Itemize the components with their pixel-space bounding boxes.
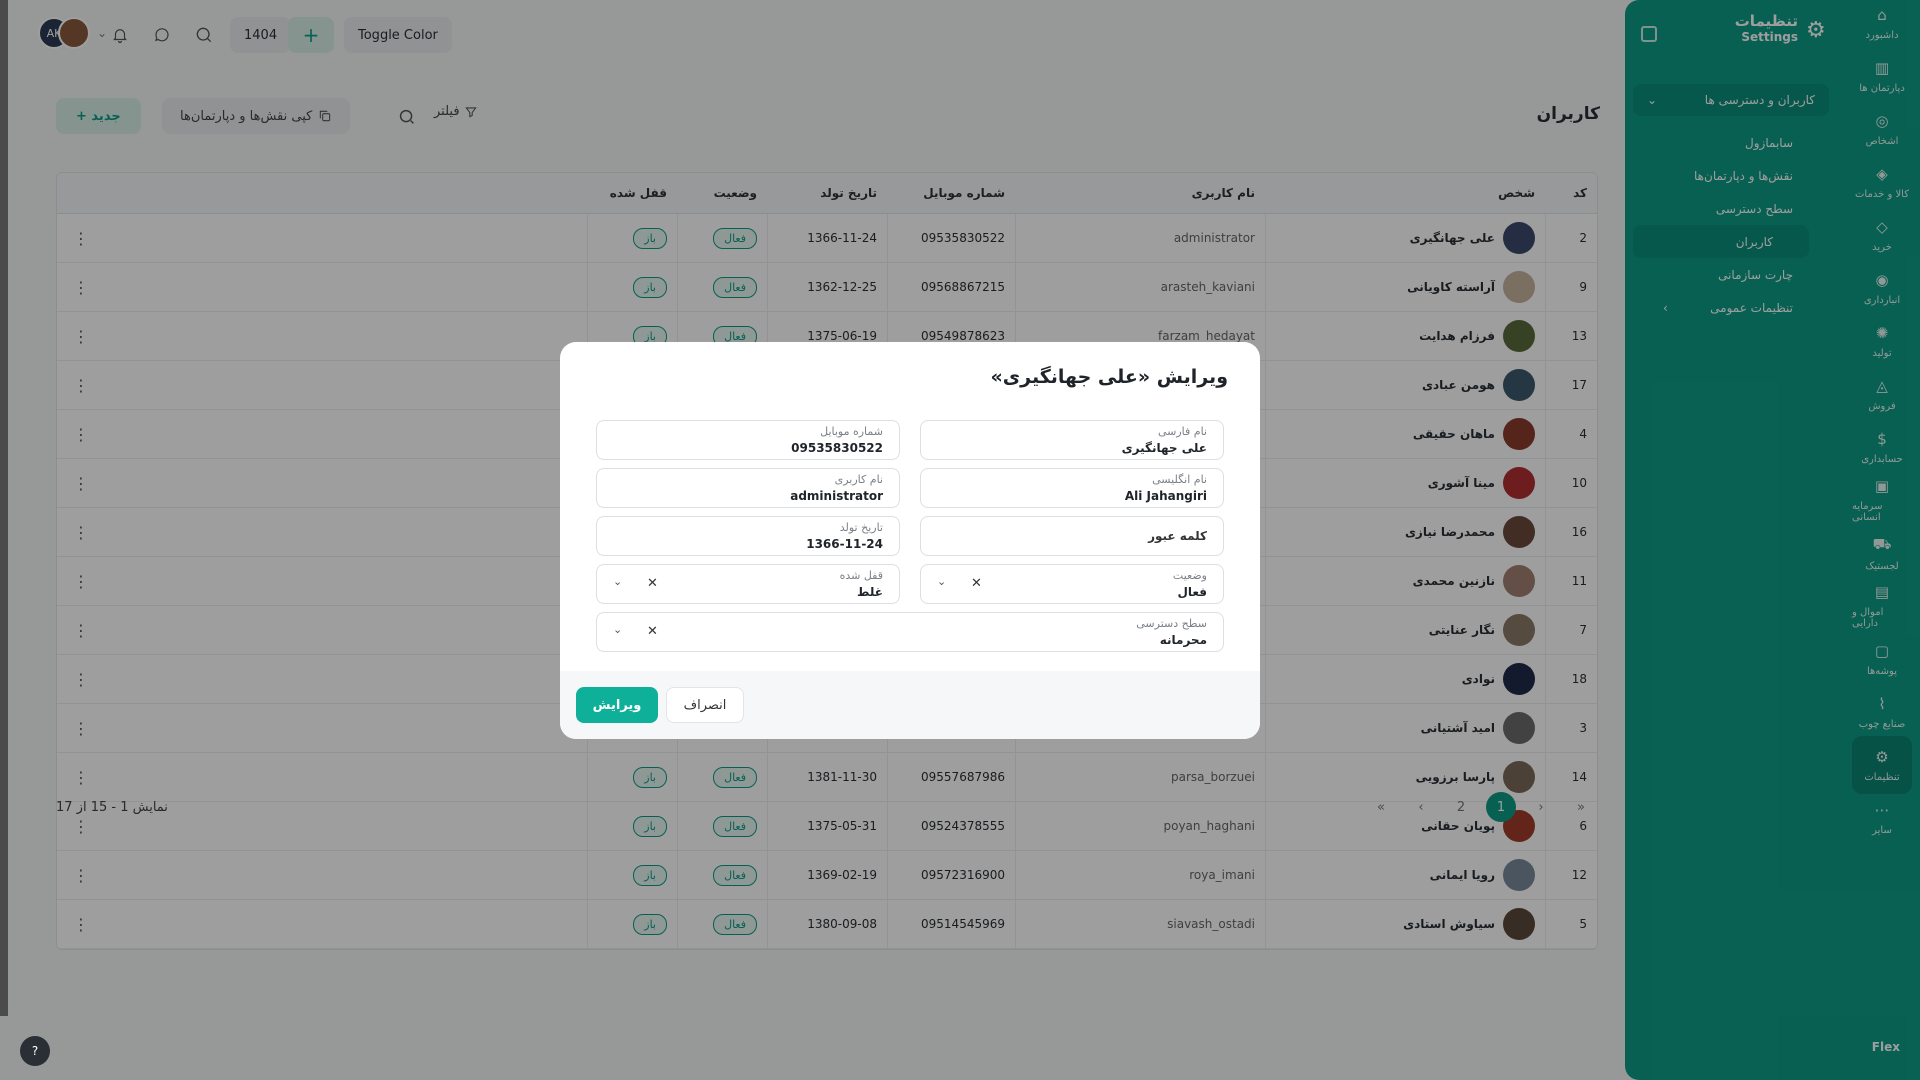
locked-label: قفل شده: [839, 569, 883, 582]
english-name-label: نام انگلیسی: [1152, 473, 1207, 486]
modal-footer: ویرایش انصراف: [560, 671, 1260, 739]
clear-icon[interactable]: ✕: [647, 624, 658, 639]
status-value: فعال: [1177, 585, 1207, 599]
chevron-down-icon[interactable]: ⌄: [937, 575, 946, 588]
clear-icon[interactable]: ✕: [647, 576, 658, 591]
birth-date-field[interactable]: تاریخ تولد 1366-11-24: [596, 516, 900, 556]
birth-date-value: 1366-11-24: [806, 537, 883, 551]
mobile-value: 09535830522: [791, 441, 883, 455]
modal-title: ویرایش «علی جهانگیری»: [990, 366, 1228, 388]
help-button[interactable]: ?: [20, 1036, 50, 1066]
access-level-value: محرمانه: [1159, 633, 1207, 647]
password-field[interactable]: کلمه عبور: [920, 516, 1224, 556]
password-placeholder: کلمه عبور: [1148, 529, 1207, 543]
locked-select[interactable]: قفل شده غلط ✕ ⌄: [596, 564, 900, 604]
access-level-label: سطح دسترسی: [1136, 617, 1207, 630]
username-label: نام کاربری: [834, 473, 883, 486]
mobile-label: شماره موبایل: [820, 425, 883, 438]
english-name-value: Ali Jahangiri: [1124, 489, 1207, 503]
persian-name-field[interactable]: نام فارسی علی جهانگیری: [920, 420, 1224, 460]
persian-name-label: نام فارسی: [1157, 425, 1207, 438]
clear-icon[interactable]: ✕: [971, 576, 982, 591]
chevron-down-icon[interactable]: ⌄: [613, 575, 622, 588]
username-value: administrator: [790, 489, 883, 503]
persian-name-value: علی جهانگیری: [1121, 441, 1207, 455]
edit-submit-button[interactable]: ویرایش: [576, 687, 658, 723]
status-select[interactable]: وضعیت فعال ✕ ⌄: [920, 564, 1224, 604]
status-label: وضعیت: [1172, 569, 1207, 582]
username-field[interactable]: نام کاربری administrator: [596, 468, 900, 508]
edit-user-modal: ویرایش «علی جهانگیری» نام فارسی علی جهان…: [560, 342, 1260, 739]
mobile-field[interactable]: شماره موبایل 09535830522: [596, 420, 900, 460]
birth-date-label: تاریخ تولد: [839, 521, 883, 534]
english-name-field[interactable]: نام انگلیسی Ali Jahangiri: [920, 468, 1224, 508]
access-level-select[interactable]: سطح دسترسی محرمانه ✕ ⌄: [596, 612, 1224, 652]
cancel-button[interactable]: انصراف: [666, 687, 744, 723]
chevron-down-icon[interactable]: ⌄: [613, 623, 622, 636]
locked-value: غلط: [857, 585, 883, 599]
